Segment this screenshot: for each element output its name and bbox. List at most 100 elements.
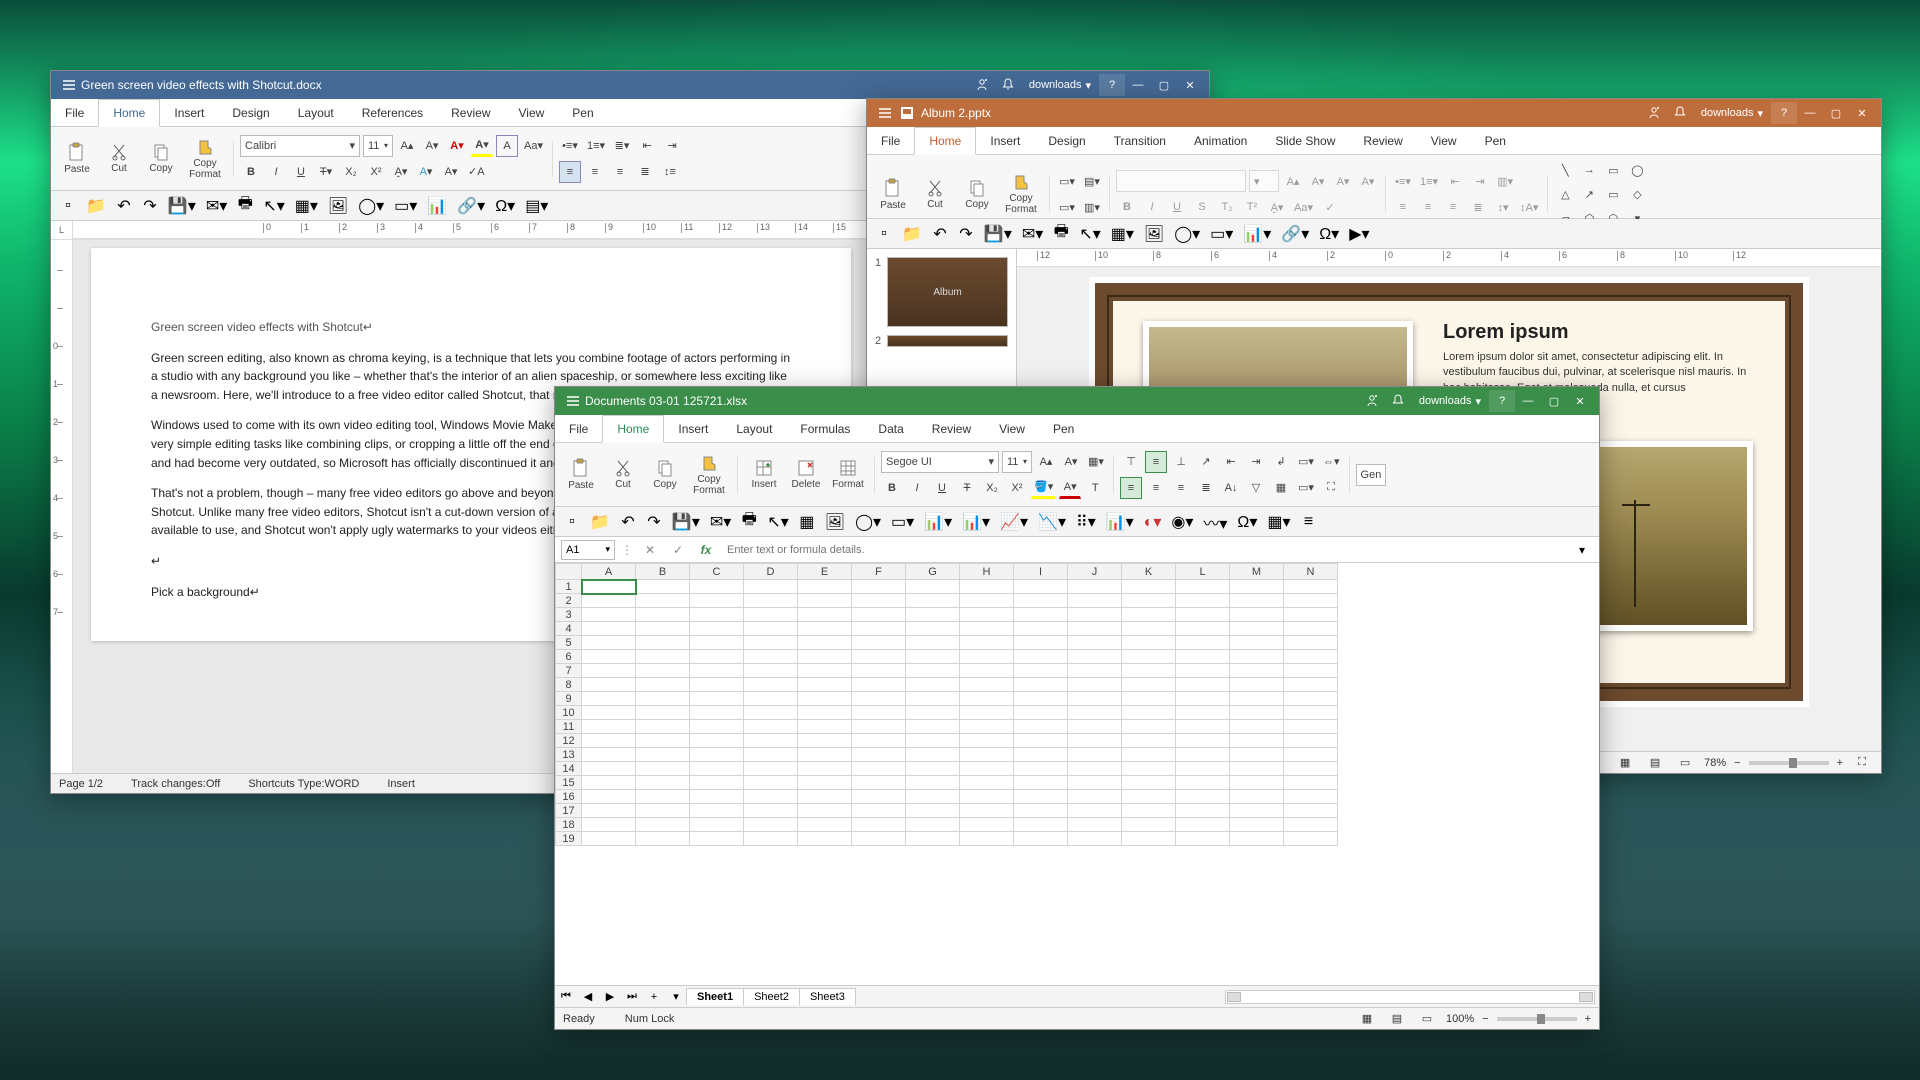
column-header[interactable]: F	[852, 564, 906, 580]
cell[interactable]	[1014, 622, 1068, 636]
italic-button[interactable]: I	[265, 161, 287, 183]
name-box[interactable]: A1▾	[561, 540, 615, 560]
valign-mid-button[interactable]: ≡	[1145, 451, 1167, 473]
row-header[interactable]: 2	[556, 594, 582, 608]
cell[interactable]	[1122, 748, 1176, 762]
cell[interactable]	[690, 636, 744, 650]
cell[interactable]	[636, 636, 690, 650]
cell[interactable]	[1014, 818, 1068, 832]
cell[interactable]	[690, 734, 744, 748]
subscript-button[interactable]: T₂	[1216, 196, 1238, 218]
cell[interactable]	[1230, 664, 1284, 678]
cell[interactable]	[690, 706, 744, 720]
cell[interactable]	[852, 636, 906, 650]
font-size-select[interactable]: ▾	[1249, 170, 1279, 192]
expand-formula-button[interactable]: ▾	[1571, 539, 1593, 561]
valign-bot-button[interactable]: ⊥	[1170, 451, 1192, 473]
print-button[interactable]: 🖶	[1050, 223, 1072, 245]
tab-insert[interactable]: Insert	[664, 416, 722, 442]
cell[interactable]	[744, 608, 798, 622]
insert-cells-button[interactable]: Insert	[744, 454, 784, 496]
cell[interactable]	[1014, 720, 1068, 734]
mail-button[interactable]: ✉▾	[1019, 223, 1046, 245]
cell[interactable]	[1230, 580, 1284, 594]
cell[interactable]	[1068, 734, 1122, 748]
shrink-font-button[interactable]: A▾	[421, 135, 443, 157]
share-icon[interactable]	[1359, 390, 1385, 412]
cell[interactable]	[1014, 706, 1068, 720]
tab-data[interactable]: Data	[864, 416, 917, 442]
cell[interactable]	[960, 608, 1014, 622]
cell[interactable]	[636, 776, 690, 790]
numbering-button[interactable]: 1≡▾	[584, 135, 608, 157]
cell[interactable]	[906, 804, 960, 818]
cell[interactable]	[1068, 762, 1122, 776]
page-break-icon[interactable]: ▭	[1416, 1008, 1438, 1030]
undo-button[interactable]: ↶	[929, 223, 951, 245]
row-header[interactable]: 13	[556, 748, 582, 762]
cell[interactable]	[1176, 706, 1230, 720]
cell[interactable]	[1230, 790, 1284, 804]
undo-button[interactable]: ↶	[617, 511, 639, 533]
cell[interactable]	[1068, 748, 1122, 762]
cell[interactable]	[798, 594, 852, 608]
cell[interactable]	[1014, 762, 1068, 776]
tab-slide-show[interactable]: Slide Show	[1261, 128, 1349, 154]
cell[interactable]	[690, 664, 744, 678]
cell[interactable]	[1014, 692, 1068, 706]
align-left-button[interactable]: ≡	[1120, 477, 1142, 499]
copy-button[interactable]: Copy	[645, 454, 685, 496]
tab-review[interactable]: Review	[918, 416, 985, 442]
symbol-button[interactable]: Ω▾	[1234, 511, 1260, 533]
cell[interactable]	[852, 580, 906, 594]
cell[interactable]	[960, 678, 1014, 692]
cell[interactable]	[1230, 818, 1284, 832]
normal-view-icon[interactable]: ▦	[1356, 1008, 1378, 1030]
cell[interactable]	[1122, 720, 1176, 734]
cell[interactable]	[1176, 636, 1230, 650]
outdent-button[interactable]: ⇤	[1444, 170, 1466, 192]
cell[interactable]	[798, 608, 852, 622]
cell[interactable]	[1014, 748, 1068, 762]
accept-formula-button[interactable]: ✓	[667, 539, 689, 561]
cell[interactable]	[744, 804, 798, 818]
sheets-list-button[interactable]: ▾	[665, 988, 687, 1006]
cell[interactable]	[798, 650, 852, 664]
valign-top-button[interactable]: ⊤	[1120, 451, 1142, 473]
cell[interactable]	[1014, 734, 1068, 748]
cell[interactable]	[1284, 580, 1338, 594]
chart-stock-button[interactable]: 📊▾	[1103, 511, 1137, 533]
cell[interactable]	[582, 804, 636, 818]
cell[interactable]	[1176, 580, 1230, 594]
cell[interactable]	[1122, 706, 1176, 720]
cell[interactable]	[582, 580, 636, 594]
grow-font-button[interactable]: A▴	[396, 135, 418, 157]
copy-button[interactable]: Copy	[141, 138, 181, 180]
cut-button[interactable]: Cut	[915, 173, 955, 215]
cell[interactable]	[1068, 776, 1122, 790]
align-justify-button[interactable]: ≣	[1467, 196, 1489, 218]
chart-scatter-button[interactable]: ⠿▾	[1073, 511, 1099, 533]
cell[interactable]	[852, 678, 906, 692]
cell[interactable]	[906, 580, 960, 594]
cell[interactable]	[798, 790, 852, 804]
cell[interactable]	[1230, 748, 1284, 762]
spreadsheet-area[interactable]: ABCDEFGHIJKLMN12345678910111213141516171…	[555, 563, 1599, 985]
cell[interactable]	[1068, 790, 1122, 804]
cut-button[interactable]: Cut	[603, 454, 643, 496]
zoom-in-button[interactable]: +	[1837, 757, 1843, 769]
mail-button[interactable]: ✉▾	[203, 195, 230, 217]
cell[interactable]	[690, 790, 744, 804]
filter-button[interactable]: ▽	[1245, 477, 1267, 499]
cell[interactable]	[636, 678, 690, 692]
cell[interactable]	[636, 818, 690, 832]
fill-color-button[interactable]: 🪣▾	[1031, 477, 1056, 499]
chart-pie-button[interactable]: ◐▾	[1141, 511, 1165, 533]
cell[interactable]	[744, 762, 798, 776]
cell[interactable]	[636, 706, 690, 720]
cell[interactable]	[1230, 692, 1284, 706]
cell[interactable]	[744, 706, 798, 720]
cell[interactable]	[636, 832, 690, 846]
cell[interactable]	[1230, 594, 1284, 608]
cell[interactable]	[906, 762, 960, 776]
